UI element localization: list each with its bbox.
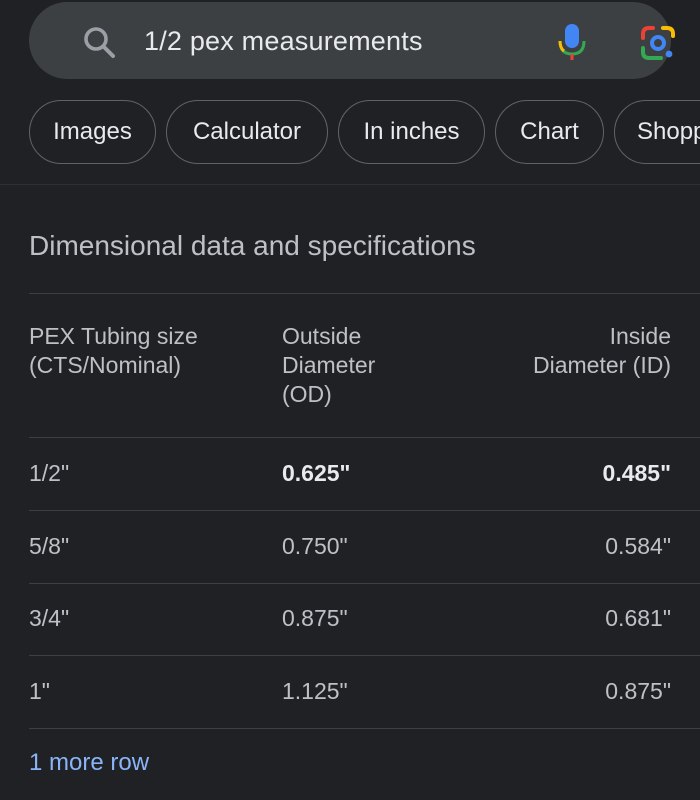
search-input[interactable]: 1/2 pex measurements xyxy=(144,26,423,57)
header-od-line1: Outside xyxy=(282,323,362,349)
table-divider xyxy=(29,510,700,511)
header-od-line2: Diameter xyxy=(282,352,376,378)
header-id-line2: Diameter (ID) xyxy=(532,352,671,378)
cell-od: 0.875" xyxy=(282,605,348,631)
header-od-line3: (OD) xyxy=(282,381,332,407)
search-results-page: 1/2 pex measurements Images Calculator I… xyxy=(0,0,700,800)
header-id-line1: Inside xyxy=(609,323,671,349)
table-divider xyxy=(29,728,700,729)
cell-id: 0.875" xyxy=(605,678,671,704)
more-rows-link[interactable]: 1 more row xyxy=(29,749,149,777)
cell-id: 0.584" xyxy=(605,533,671,559)
header-size-line2: (CTS/Nominal) xyxy=(29,352,182,378)
chip-images[interactable]: Images xyxy=(29,100,156,164)
cell-id: 0.485" xyxy=(602,460,671,486)
search-icon[interactable] xyxy=(81,24,117,60)
cell-size: 3/4" xyxy=(29,605,70,631)
cell-od: 0.625" xyxy=(282,460,351,486)
cell-size: 1" xyxy=(29,678,50,704)
results-panel xyxy=(0,185,700,800)
chip-chart[interactable]: Chart xyxy=(495,100,604,164)
microphone-icon[interactable] xyxy=(556,22,588,62)
header-inside-diameter: Inside Diameter (ID) xyxy=(533,322,671,380)
cell-id: 0.681" xyxy=(605,605,671,631)
google-lens-icon[interactable] xyxy=(639,24,677,62)
header-outside-diameter: Outside Diameter (OD) xyxy=(282,322,375,409)
cell-od: 0.750" xyxy=(282,533,348,559)
chip-in-inches[interactable]: In inches xyxy=(338,100,485,164)
cell-size: 1/2" xyxy=(29,460,70,486)
cell-od: 1.125" xyxy=(282,678,348,704)
table-divider xyxy=(29,437,700,438)
chip-calculator[interactable]: Calculator xyxy=(166,100,328,164)
table-divider xyxy=(29,293,700,294)
search-bar[interactable]: 1/2 pex measurements xyxy=(29,2,675,79)
chip-shopping[interactable]: Shopping xyxy=(614,100,700,164)
header-size: PEX Tubing size (CTS/Nominal) xyxy=(29,322,198,380)
header-size-line1: PEX Tubing size xyxy=(29,323,198,349)
cell-size: 5/8" xyxy=(29,533,70,559)
filter-chips: Images Calculator In inches Chart Shoppi… xyxy=(0,100,700,166)
table-divider xyxy=(29,655,700,656)
section-title: Dimensional data and specifications xyxy=(29,230,476,261)
table-divider xyxy=(29,583,700,584)
